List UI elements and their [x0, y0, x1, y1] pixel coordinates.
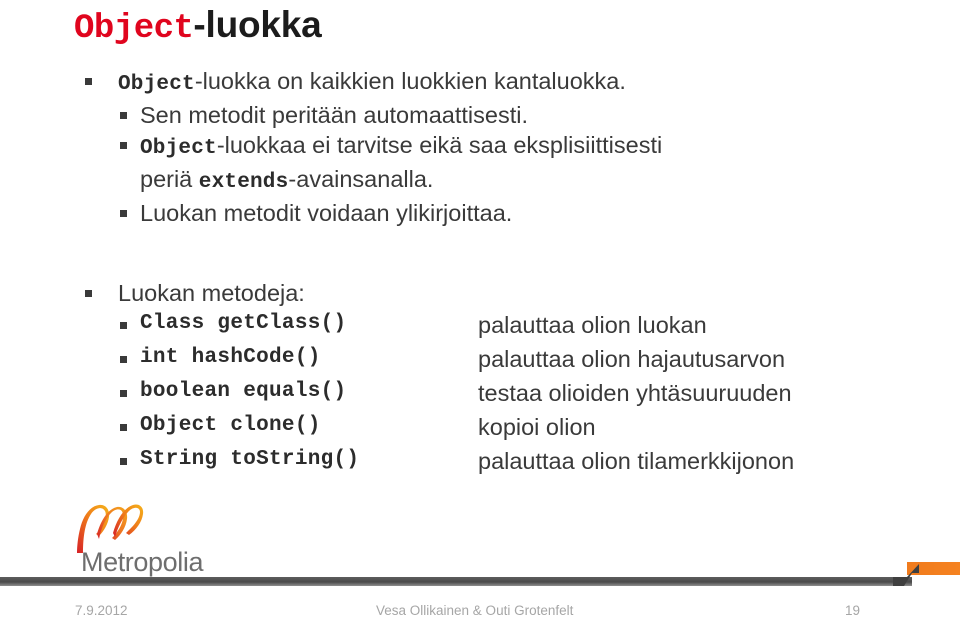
list-item-text: -luokkaa ei tarvitse eikä saa eksplisiit… — [216, 132, 663, 158]
bullet-square-icon — [120, 458, 127, 465]
method-description: testaa olioiden yhtäsuuruuden — [478, 380, 792, 406]
bullet-square-icon — [85, 78, 92, 85]
list-item-text: Luokan metodit voidaan ylikirjoittaa. — [140, 200, 513, 226]
list-item-text: Sen metodit peritään automaattisesti. — [140, 102, 528, 128]
method-description: palauttaa olion hajautusarvon — [478, 346, 786, 372]
page-title-code: Object — [74, 10, 194, 48]
methods-heading: Luokan metodeja: — [0, 278, 960, 308]
footer-divider-bar — [0, 564, 960, 588]
list-item-text-before: periä — [140, 166, 199, 192]
bullet-square-icon — [120, 356, 127, 363]
method-description: palauttaa olion tilamerkkijonon — [478, 448, 795, 474]
footer-divider-bar-fill — [0, 577, 912, 586]
logo-wordmark: Metropolia — [81, 547, 204, 577]
method-row: boolean equals() testaa olioiden yhtäsuu… — [0, 376, 960, 410]
method-signature: String toString() — [140, 448, 360, 471]
list-item: Object-luokka on kaikkien luokkien kanta… — [0, 66, 960, 100]
method-signature: Object clone() — [140, 414, 321, 437]
page-title: Object-luokka — [74, 2, 322, 52]
bullet-square-icon — [85, 290, 92, 297]
method-row: int hashCode() palauttaa olion hajautusa… — [0, 342, 960, 376]
method-signature: int hashCode() — [140, 346, 321, 369]
bullet-square-icon — [120, 112, 127, 119]
list-item-continuation: periä extends-avainsanalla. — [0, 164, 960, 198]
inline-code: Object — [118, 73, 195, 96]
bullet-square-icon — [120, 210, 127, 217]
methods-section: Luokan metodeja: Class getClass() palaut… — [0, 278, 960, 478]
list-item-text-after: -avainsanalla. — [288, 166, 434, 192]
method-row: Object clone() kopioi olion — [0, 410, 960, 444]
bullet-square-icon — [120, 142, 127, 149]
method-row: Class getClass() palauttaa olion luokan — [0, 308, 960, 342]
method-signature: Class getClass() — [140, 312, 347, 335]
bullet-list: Object-luokka on kaikkien luokkien kanta… — [0, 66, 960, 228]
list-item: Object-luokkaa ei tarvitse eikä saa eksp… — [0, 130, 960, 164]
footer-bar-join-shape — [893, 564, 919, 586]
footer-date: 7.9.2012 — [75, 603, 128, 618]
methods-heading-text: Luokan metodeja: — [118, 280, 305, 306]
method-description: kopioi olion — [478, 414, 596, 440]
page-title-plain: -luokka — [193, 4, 322, 45]
bullet-square-icon — [120, 390, 127, 397]
method-row: String toString() palauttaa olion tilame… — [0, 444, 960, 478]
method-signature: boolean equals() — [140, 380, 347, 403]
footer-bar-join — [893, 562, 919, 586]
method-description: palauttaa olion luokan — [478, 312, 707, 338]
footer-authors: Vesa Ollikainen & Outi Grotenfelt — [376, 603, 574, 618]
inline-code: extends — [198, 171, 289, 194]
bullet-square-icon — [120, 424, 127, 431]
list-item-text: -luokka on kaikkien luokkien kantaluokka… — [194, 68, 626, 94]
bullet-square-icon — [120, 322, 127, 329]
inline-code: Object — [140, 137, 217, 160]
list-item: Luokan metodit voidaan ylikirjoittaa. — [0, 198, 960, 228]
metropolia-logo: Metropolia — [74, 503, 234, 577]
list-item: Sen metodit peritään automaattisesti. — [0, 100, 960, 130]
footer-page-number: 19 — [845, 603, 861, 618]
